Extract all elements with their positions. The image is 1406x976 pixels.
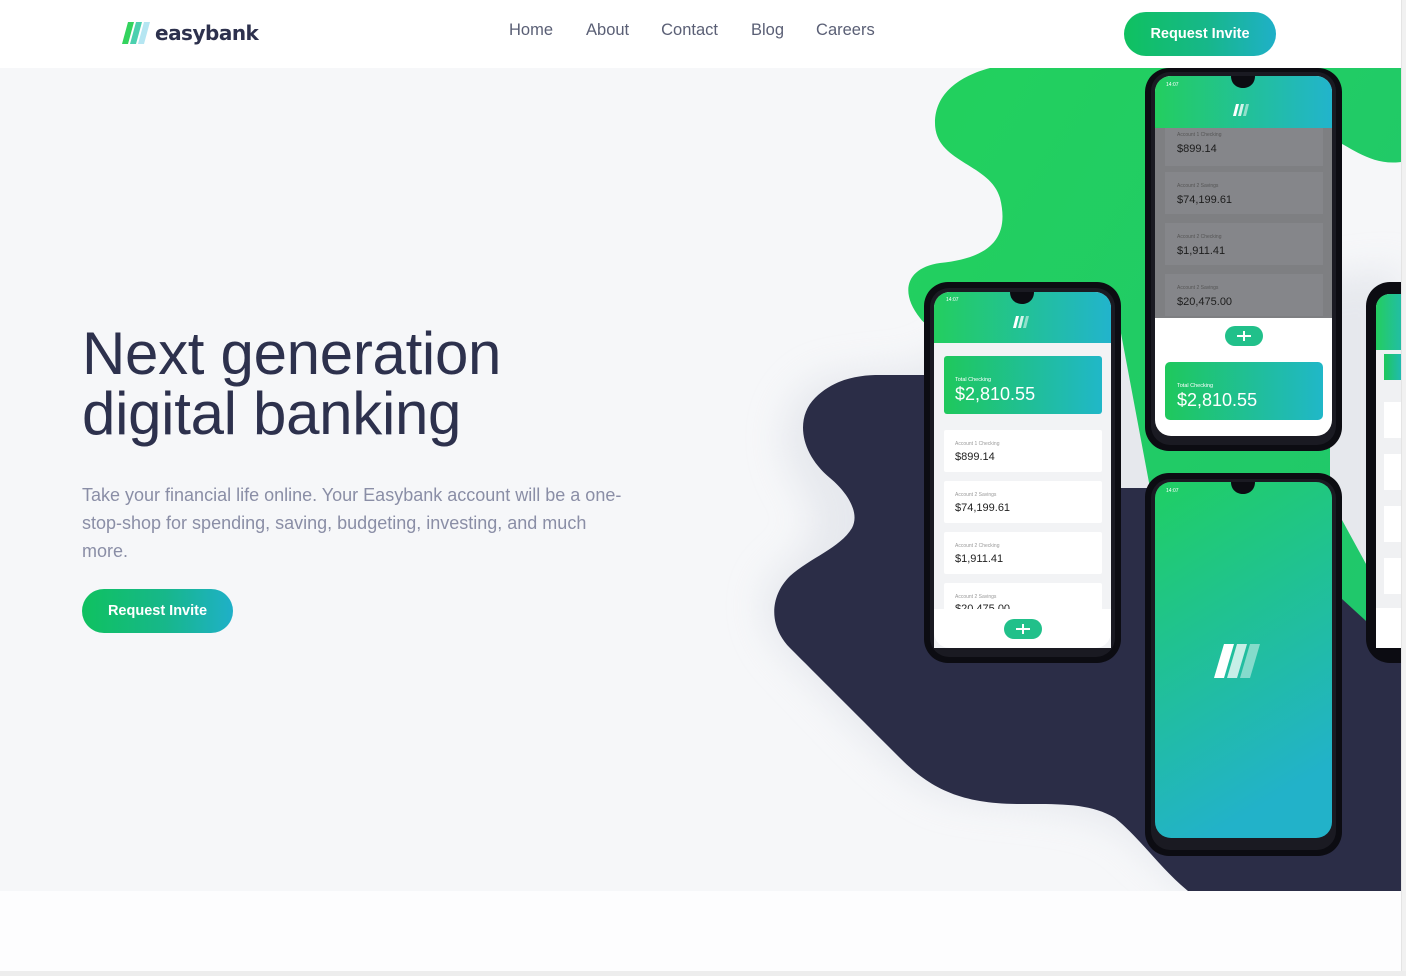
hero-request-invite-button[interactable]: Request Invite bbox=[82, 589, 233, 633]
svg-text:Total Checking: Total Checking bbox=[955, 377, 991, 383]
svg-text:$899.14: $899.14 bbox=[955, 451, 995, 463]
nav-link-contact[interactable]: Contact bbox=[661, 21, 718, 40]
nav-link-about[interactable]: About bbox=[586, 21, 629, 40]
hero-description: Take your financial life online. Your Ea… bbox=[82, 485, 622, 561]
site-header: easybank Home About Contact Blog Careers… bbox=[0, 0, 1401, 68]
svg-text:$1,911.41: $1,911.41 bbox=[955, 553, 1003, 565]
brand-name: easybank bbox=[155, 21, 259, 45]
svg-text:$899.14: $899.14 bbox=[1177, 143, 1217, 155]
svg-text:14:07: 14:07 bbox=[1166, 82, 1179, 88]
logo[interactable]: easybank bbox=[122, 21, 259, 45]
svg-text:Account 2 Savings: Account 2 Savings bbox=[955, 492, 997, 498]
logo-icon bbox=[122, 21, 152, 45]
nav-link-home[interactable]: Home bbox=[509, 21, 553, 40]
header-request-invite-button[interactable]: Request Invite bbox=[1124, 12, 1276, 56]
svg-text:$74,199.61: $74,199.61 bbox=[1177, 194, 1232, 206]
nav-link-blog[interactable]: Blog bbox=[751, 21, 784, 40]
svg-text:$20,475.00: $20,475.00 bbox=[1177, 296, 1232, 308]
svg-text:$2,810.55: $2,810.55 bbox=[955, 384, 1035, 404]
svg-text:Account 2 Checking: Account 2 Checking bbox=[955, 543, 1000, 549]
hero-title: Next generation digital banking bbox=[82, 324, 602, 444]
svg-text:$1,911.41: $1,911.41 bbox=[1177, 245, 1225, 257]
phone-left: 14:07 Total Checking $2,810.55 Account 1… bbox=[924, 282, 1121, 663]
svg-text:$2,810.55: $2,810.55 bbox=[1177, 390, 1257, 410]
phone-bottom: 14:07 bbox=[1145, 473, 1342, 856]
svg-text:Account 1 Checking: Account 1 Checking bbox=[1177, 132, 1222, 138]
phone-top: 14:07 Account 1 Checking $899.14 Account… bbox=[1145, 68, 1342, 451]
hero-illustration: 14:07 Total Checking $2,810.55 Account 1… bbox=[763, 68, 1401, 891]
svg-text:14:07: 14:07 bbox=[946, 297, 959, 303]
hero-title-line1: Next generation bbox=[82, 320, 502, 387]
svg-text:Total Checking: Total Checking bbox=[1177, 383, 1213, 389]
phone-right bbox=[1366, 282, 1401, 663]
svg-text:Account 2 Savings: Account 2 Savings bbox=[955, 594, 997, 600]
main-nav: Home About Contact Blog Careers bbox=[509, 21, 875, 40]
window-bottom-edge bbox=[0, 971, 1406, 976]
svg-text:Account 1 Checking: Account 1 Checking bbox=[955, 441, 1000, 447]
nav-link-careers[interactable]: Careers bbox=[816, 21, 875, 40]
svg-text:Account 2 Checking: Account 2 Checking bbox=[1177, 234, 1222, 240]
page: easybank Home About Contact Blog Careers… bbox=[0, 0, 1401, 976]
svg-text:14:07: 14:07 bbox=[1166, 488, 1179, 494]
svg-text:Account 2 Savings: Account 2 Savings bbox=[1177, 285, 1219, 291]
hero-title-line2: digital banking bbox=[82, 380, 462, 447]
hero-section: 14:07 Total Checking $2,810.55 Account 1… bbox=[0, 68, 1401, 891]
next-section bbox=[0, 891, 1401, 971]
window-right-edge bbox=[1401, 0, 1406, 976]
svg-text:Account 2 Savings: Account 2 Savings bbox=[1177, 183, 1219, 189]
svg-text:$74,199.61: $74,199.61 bbox=[955, 502, 1010, 514]
